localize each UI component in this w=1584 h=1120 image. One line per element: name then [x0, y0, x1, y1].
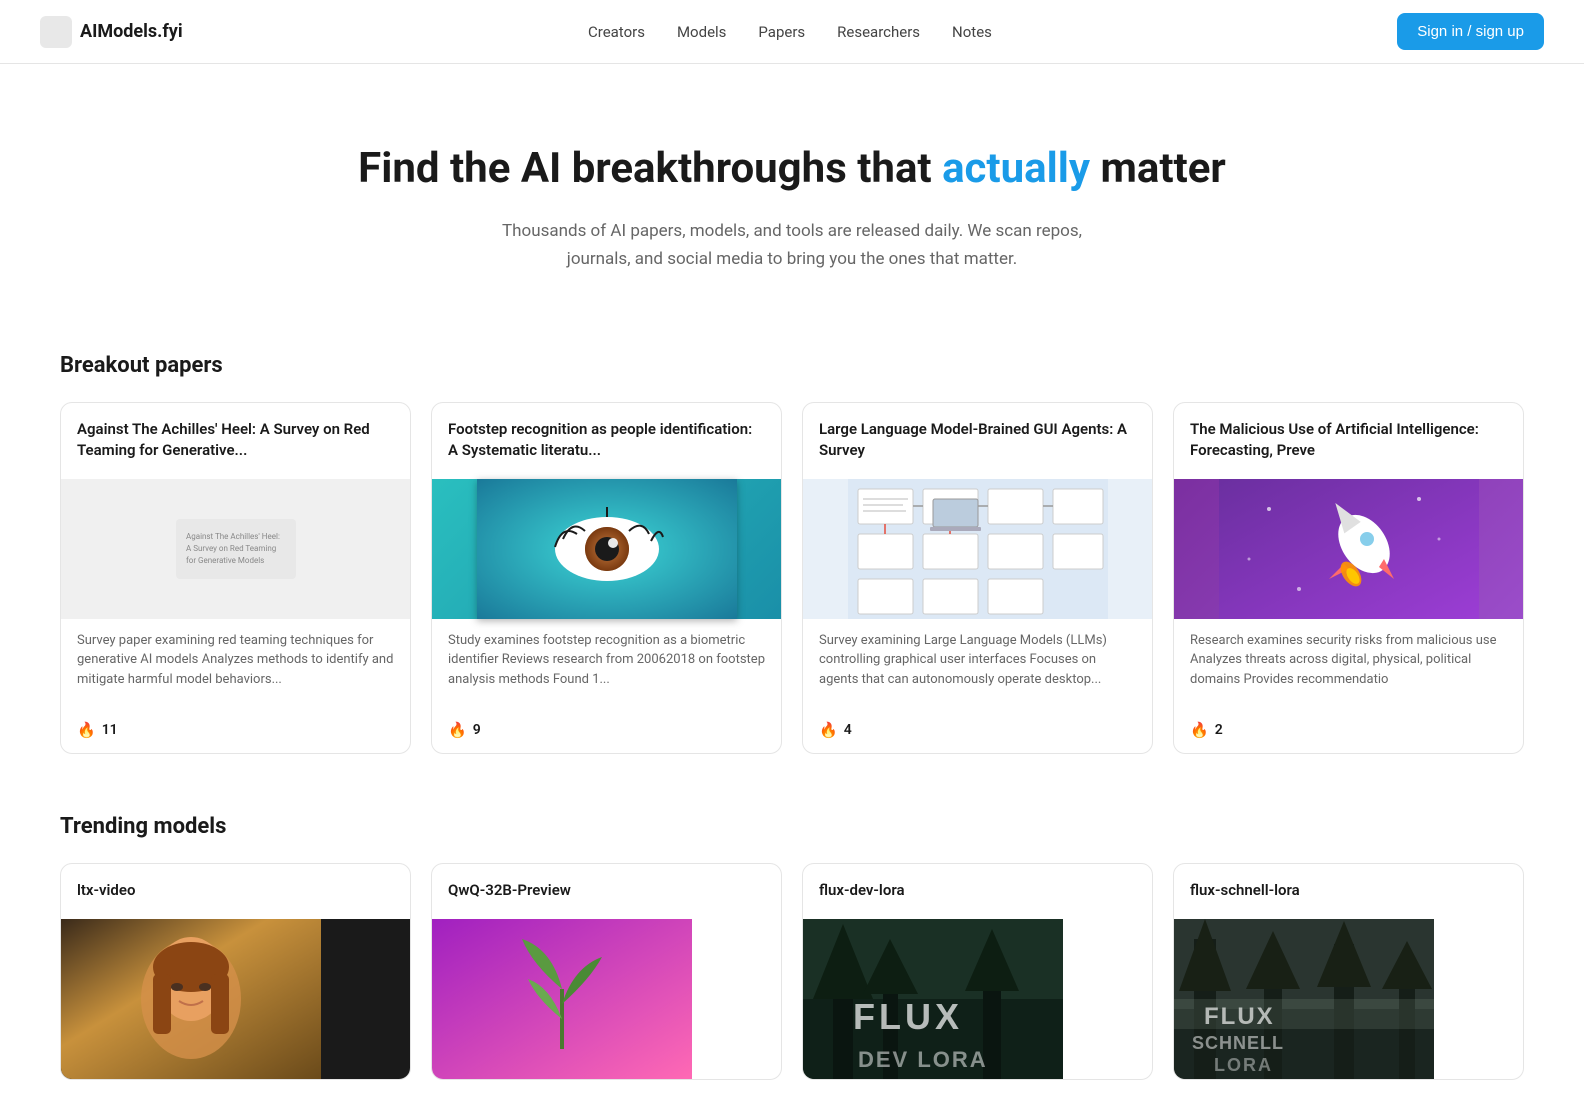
hero-section: Find the AI breakthroughs that actually … — [0, 64, 1584, 333]
breakout-papers-title: Breakout papers — [60, 353, 1524, 378]
model-card-1-image — [61, 919, 410, 1079]
svg-text:DEV LORA: DEV LORA — [858, 1047, 988, 1072]
paper-card-1-footer: 🔥 11 — [61, 713, 410, 753]
papers-grid: Against The Achilles' Heel: A Survey on … — [60, 402, 1524, 755]
nav-researchers[interactable]: Researchers — [837, 23, 920, 41]
paper-card-3-image — [803, 479, 1152, 619]
model-card-2[interactable]: QwQ-32B-Preview — [431, 863, 782, 1080]
paper-card-1-image: Against The Achilles' Heel: A Survey on … — [61, 479, 410, 619]
paper-card-2[interactable]: Footstep recognition as people identific… — [431, 402, 782, 755]
hero-title-suffix: matter — [1090, 144, 1226, 193]
model-card-3[interactable]: flux-dev-lora FLUX DEV LO — [802, 863, 1153, 1080]
logo-icon: 🤖 — [40, 16, 72, 48]
paper-card-1-count: 11 — [102, 722, 118, 738]
model-card-2-title: QwQ-32B-Preview — [448, 880, 765, 901]
nav-creators[interactable]: Creators — [588, 23, 645, 41]
model-card-3-image: FLUX DEV LORA — [803, 919, 1152, 1079]
svg-text:for Generative Models: for Generative Models — [186, 556, 264, 565]
paper-card-4-header: The Malicious Use of Artificial Intellig… — [1174, 403, 1523, 479]
svg-text:FLUX: FLUX — [853, 996, 963, 1037]
svg-text:A Survey on Red Teaming: A Survey on Red Teaming — [186, 544, 276, 553]
paper-card-3-body: Survey examining Large Language Models (… — [803, 619, 1152, 714]
fire-icon-3: 🔥 — [819, 721, 838, 739]
paper-card-3-count: 4 — [844, 722, 852, 738]
paper-card-2-title: Footstep recognition as people identific… — [448, 419, 765, 461]
paper-card-4-title: The Malicious Use of Artificial Intellig… — [1190, 419, 1507, 461]
logo[interactable]: 🤖 AIModels.fyi — [40, 16, 183, 48]
paper-card-1-body: Survey paper examining red teaming techn… — [61, 619, 410, 714]
paper-card-1-title: Against The Achilles' Heel: A Survey on … — [77, 419, 394, 461]
paper-card-4-image — [1174, 479, 1523, 619]
fire-icon-4: 🔥 — [1190, 721, 1209, 739]
paper-card-2-body: Study examines footstep recognition as a… — [432, 619, 781, 714]
fire-icon-1: 🔥 — [77, 721, 96, 739]
main-nav: Creators Models Papers Researchers Notes — [588, 23, 992, 41]
model-card-4-header: flux-schnell-lora — [1174, 864, 1523, 919]
paper-card-4-body: Research examines security risks from ma… — [1174, 619, 1523, 714]
paper-card-3[interactable]: Large Language Model-Brained GUI Agents:… — [802, 402, 1153, 755]
paper-card-3-desc: Survey examining Large Language Models (… — [819, 631, 1136, 690]
paper-card-1[interactable]: Against The Achilles' Heel: A Survey on … — [60, 402, 411, 755]
model-card-3-header: flux-dev-lora — [803, 864, 1152, 919]
paper-card-3-footer: 🔥 4 — [803, 713, 1152, 753]
logo-text: AIModels.fyi — [80, 21, 183, 42]
trending-models-title: Trending models — [60, 814, 1524, 839]
svg-text:Against The Achilles' Heel:: Against The Achilles' Heel: — [186, 532, 280, 541]
rocket-illustration — [1219, 479, 1479, 619]
model-card-1-header: ltx-video — [61, 864, 410, 919]
paper-card-3-header: Large Language Model-Brained GUI Agents:… — [803, 403, 1152, 479]
svg-text:SCHNELL: SCHNELL — [1192, 1033, 1284, 1053]
diagram-illustration — [848, 479, 1108, 619]
paper-card-4[interactable]: The Malicious Use of Artificial Intellig… — [1173, 402, 1524, 755]
paper-card-2-header: Footstep recognition as people identific… — [432, 403, 781, 479]
paper-card-4-footer: 🔥 2 — [1174, 713, 1523, 753]
model-card-2-image — [432, 919, 781, 1079]
model-card-4[interactable]: flux-schnell-lora — [1173, 863, 1524, 1080]
model-card-4-image: FLUX SCHNELL LORA — [1174, 919, 1523, 1079]
flux-dev-thumbnail: FLUX DEV LORA — [803, 919, 1063, 1079]
model-card-4-title: flux-schnell-lora — [1190, 880, 1507, 901]
sign-in-button[interactable]: Sign in / sign up — [1397, 13, 1544, 50]
breakout-papers-section: Breakout papers Against The Achilles' He… — [0, 333, 1584, 795]
paper-card-1-header: Against The Achilles' Heel: A Survey on … — [61, 403, 410, 479]
hero-subtitle: Thousands of AI papers, models, and tool… — [482, 218, 1102, 272]
fire-icon-2: 🔥 — [448, 721, 467, 739]
eye-illustration — [477, 479, 737, 619]
paper-card-3-title: Large Language Model-Brained GUI Agents:… — [819, 419, 1136, 461]
models-grid: ltx-video — [60, 863, 1524, 1080]
ltx-video-thumbnail — [61, 919, 321, 1079]
model-card-1-title: ltx-video — [77, 880, 394, 901]
paper-card-2-desc: Study examines footstep recognition as a… — [448, 631, 765, 690]
qwq-thumbnail — [432, 919, 692, 1079]
nav-models[interactable]: Models — [677, 23, 726, 41]
header: 🤖 AIModels.fyi Creators Models Papers Re… — [0, 0, 1584, 64]
paper-card-4-count: 2 — [1215, 722, 1223, 738]
paper-card-2-count: 9 — [473, 722, 481, 738]
paper-card-1-desc: Survey paper examining red teaming techn… — [77, 631, 394, 690]
model-card-2-header: QwQ-32B-Preview — [432, 864, 781, 919]
nav-papers[interactable]: Papers — [758, 23, 805, 41]
paper-card-4-desc: Research examines security risks from ma… — [1190, 631, 1507, 690]
paper1-placeholder-svg: Against The Achilles' Heel: A Survey on … — [176, 519, 296, 579]
flux-schnell-thumbnail: FLUX SCHNELL LORA — [1174, 919, 1434, 1079]
svg-text:FLUX: FLUX — [1204, 1003, 1275, 1030]
paper-card-2-image — [432, 479, 781, 619]
hero-title-prefix: Find the AI breakthroughs that — [358, 144, 942, 193]
model-card-1[interactable]: ltx-video — [60, 863, 411, 1080]
paper-card-2-footer: 🔥 9 — [432, 713, 781, 753]
hero-title-accent: actually — [942, 144, 1090, 193]
trending-models-section: Trending models ltx-video — [0, 794, 1584, 1120]
svg-text:LORA: LORA — [1214, 1055, 1273, 1075]
hero-title: Find the AI breakthroughs that actually … — [20, 144, 1564, 194]
model-card-3-title: flux-dev-lora — [819, 880, 1136, 901]
nav-notes[interactable]: Notes — [952, 23, 992, 41]
